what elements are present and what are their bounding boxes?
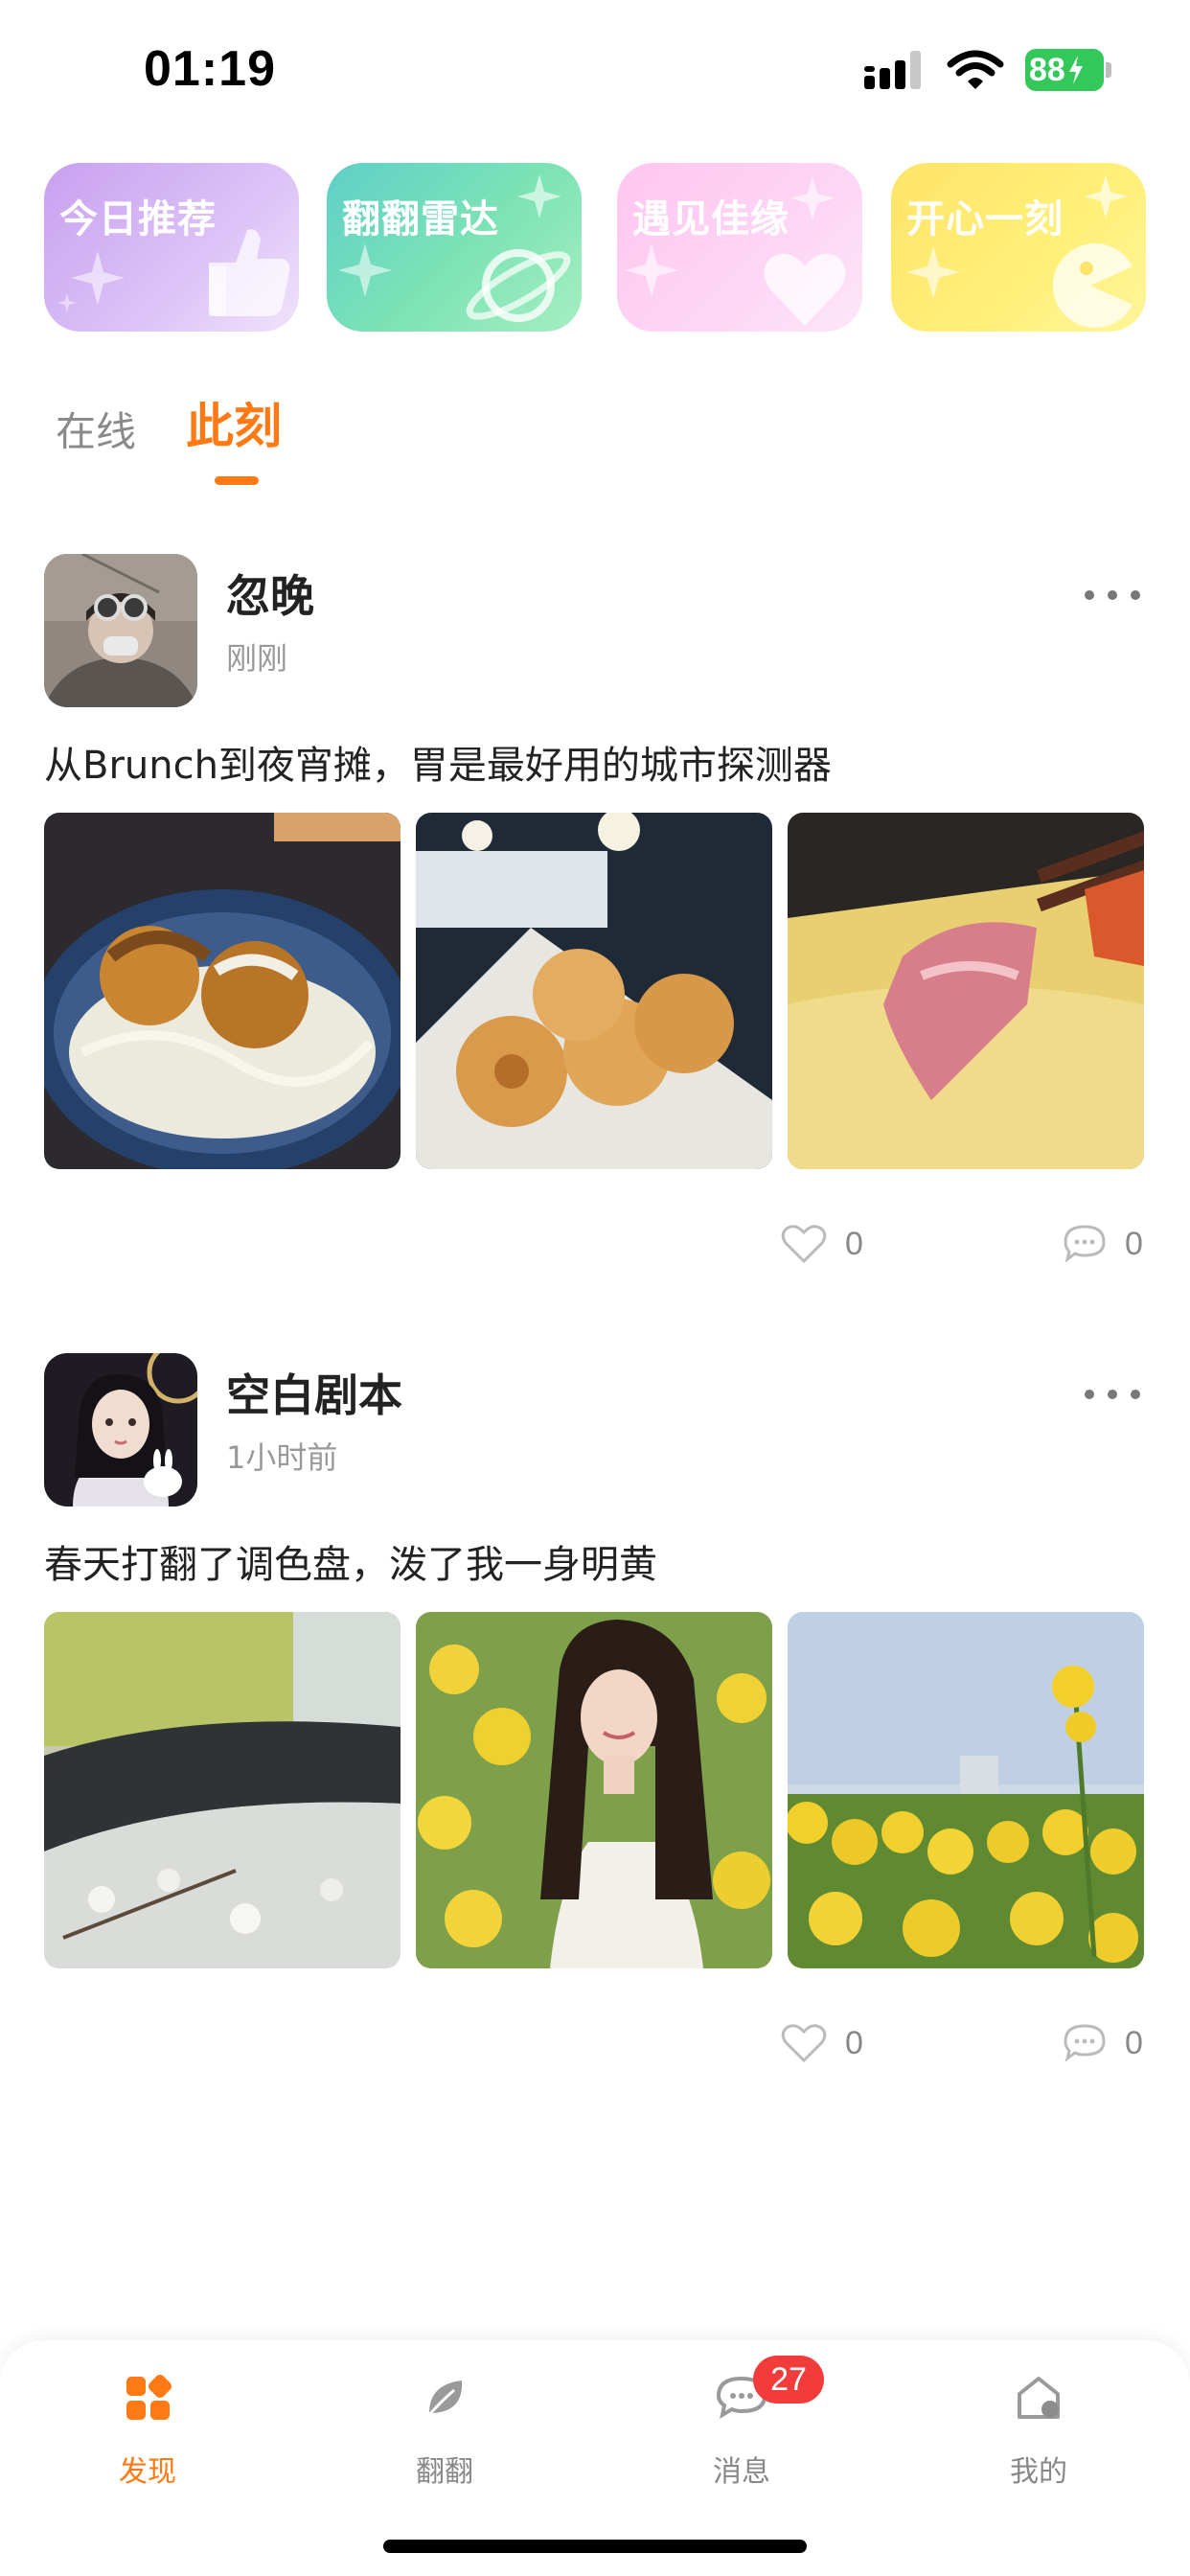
like-count: 0 (845, 2024, 863, 2061)
comment-icon (1064, 2024, 1106, 2062)
takoyaki-photo[interactable] (44, 813, 400, 1169)
like-button[interactable]: 0 (780, 1220, 863, 1268)
shortcut-label: 翻翻雷达 (342, 197, 499, 242)
shortcut-flip-radar[interactable]: 翻翻雷达 (327, 163, 582, 332)
status-icons: 88 (862, 46, 1111, 94)
signal-icon (864, 51, 921, 89)
rapeseed-flowers-photo[interactable] (788, 1612, 1144, 1968)
nav-label: 我的 (1010, 2455, 1067, 2489)
comment-count: 0 (1125, 2024, 1143, 2061)
nav-item-discover[interactable]: 发现 (71, 2369, 224, 2513)
home-profile-icon (1018, 2377, 1060, 2419)
nav-item-flip[interactable]: 翻翻 (368, 2369, 521, 2513)
bolt-icon (1068, 56, 1083, 84)
username[interactable]: 空白剧本 (226, 1361, 402, 1424)
post-time: 1小时前 (226, 1439, 338, 1476)
dot (1085, 590, 1094, 600)
feed-post: 忽晚 刚刚 从Brunch到夜宵摊，胃是最好用的城市探测器 0 0 (0, 554, 1190, 1282)
tab-active-indicator (215, 476, 259, 485)
shortcut-today-recommend[interactable]: 今日推荐 (44, 163, 299, 332)
nav-item-messages[interactable]: 27 消息 (665, 2356, 824, 2513)
fried-donuts-photo[interactable] (416, 813, 772, 1169)
dot (1085, 1390, 1094, 1399)
more-options-button[interactable] (1081, 581, 1144, 610)
app-screen: 01:19 88 今日推荐 翻翻雷达 遇见佳缘 开心一刻 在线 此刻 忽晚 刚刚… (0, 0, 1190, 2576)
nav-item-mine[interactable]: 我的 (962, 2369, 1115, 2513)
username[interactable]: 忽晚 (226, 562, 314, 625)
comment-button[interactable]: 0 (1062, 1220, 1143, 1268)
post-time: 刚刚 (226, 640, 288, 677)
tab-now[interactable]: 此刻 (186, 388, 282, 457)
feed-post: 空白剧本 1小时前 春天打翻了调色盘，泼了我一身明黄 0 0 (0, 1353, 1190, 2082)
tab-online[interactable]: 在线 (56, 400, 136, 458)
shortcut-label: 遇见佳缘 (632, 197, 790, 242)
comment-count: 0 (1125, 1225, 1143, 1262)
shortcut-meet-match[interactable]: 遇见佳缘 (617, 163, 862, 332)
nav-label: 发现 (119, 2455, 176, 2489)
comment-icon (1064, 1225, 1106, 1263)
hotpot-meat-photo[interactable] (788, 813, 1144, 1169)
dot (1108, 1390, 1117, 1399)
leaf-icon (425, 2380, 463, 2418)
grid-icon (126, 2374, 172, 2420)
heart-outline-icon (781, 1225, 827, 1264)
wifi-icon (947, 50, 1004, 89)
avatar[interactable] (44, 1353, 197, 1506)
like-button[interactable]: 0 (780, 2019, 863, 2067)
shortcut-happy-moment[interactable]: 开心一刻 (891, 163, 1146, 332)
home-indicator (383, 2540, 807, 2553)
nav-label: 消息 (713, 2455, 770, 2489)
heart-outline-icon (781, 2024, 827, 2063)
unread-badge: 27 (753, 2356, 824, 2404)
avatar[interactable] (44, 554, 197, 707)
post-text: 春天打翻了调色盘，泼了我一身明黄 (44, 1543, 657, 1587)
shortcut-label: 今日推荐 (59, 197, 217, 242)
status-bar: 01:19 88 (0, 0, 1190, 144)
girl-in-rapeseed-field-photo[interactable] (416, 1612, 772, 1968)
comment-button[interactable]: 0 (1062, 2019, 1143, 2067)
dot (1108, 590, 1117, 600)
more-options-button[interactable] (1081, 1380, 1144, 1409)
blossom-railing-photo[interactable] (44, 1612, 400, 1968)
dot (1131, 1390, 1140, 1399)
post-text: 从Brunch到夜宵摊，胃是最好用的城市探测器 (44, 744, 832, 788)
like-count: 0 (845, 1225, 863, 1262)
battery-level: 88 (1029, 51, 1065, 88)
status-time: 01:19 (144, 41, 276, 97)
shortcut-label: 开心一刻 (906, 197, 1064, 242)
battery-charging-icon: 88 (1025, 49, 1111, 91)
dot (1131, 590, 1140, 600)
battery-tip (1106, 62, 1111, 78)
nav-label: 翻翻 (416, 2455, 473, 2489)
